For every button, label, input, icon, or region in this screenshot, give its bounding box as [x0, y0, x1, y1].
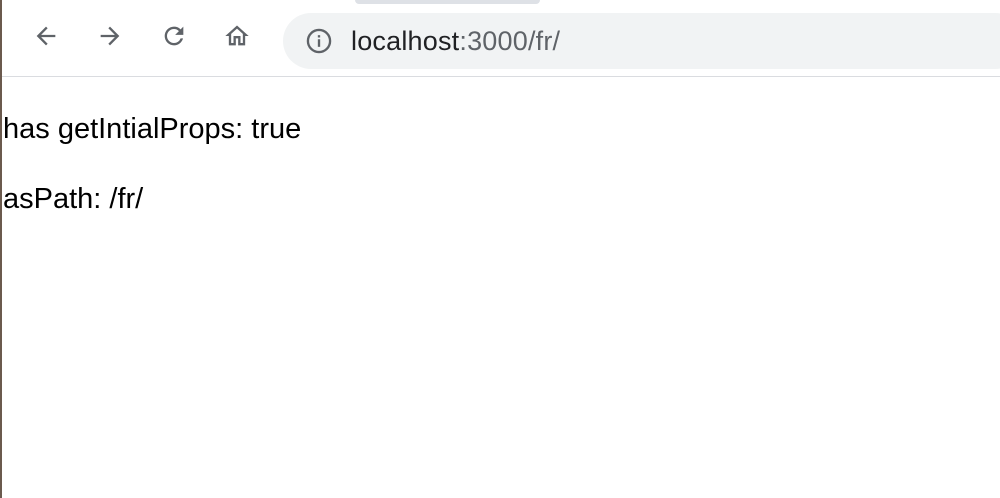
arrow-right-icon — [100, 26, 120, 46]
as-path-text: asPath: /fr/ — [3, 183, 144, 215]
url-path: :3000/fr/ — [459, 25, 561, 56]
home-button[interactable] — [221, 20, 253, 52]
url-text[interactable]: localhost:3000/fr/ — [351, 26, 560, 57]
window-left-edge — [0, 0, 2, 498]
home-icon — [225, 25, 249, 46]
browser-toolbar: localhost:3000/fr/ — [0, 4, 1000, 77]
reload-icon — [164, 26, 184, 46]
browser-window: localhost:3000/fr/ has getIntialProps: t… — [0, 0, 1000, 498]
initial-props-text: has getIntialProps: true — [3, 113, 302, 145]
reload-button[interactable] — [158, 20, 190, 52]
back-button[interactable] — [30, 20, 62, 52]
address-bar[interactable]: localhost:3000/fr/ — [283, 13, 1000, 69]
forward-button[interactable] — [94, 20, 126, 52]
arrow-left-icon — [36, 26, 56, 46]
page-content: has getIntialProps: true asPath: /fr/ — [0, 77, 1000, 498]
info-icon[interactable] — [304, 26, 334, 56]
url-host: localhost — [351, 25, 460, 56]
